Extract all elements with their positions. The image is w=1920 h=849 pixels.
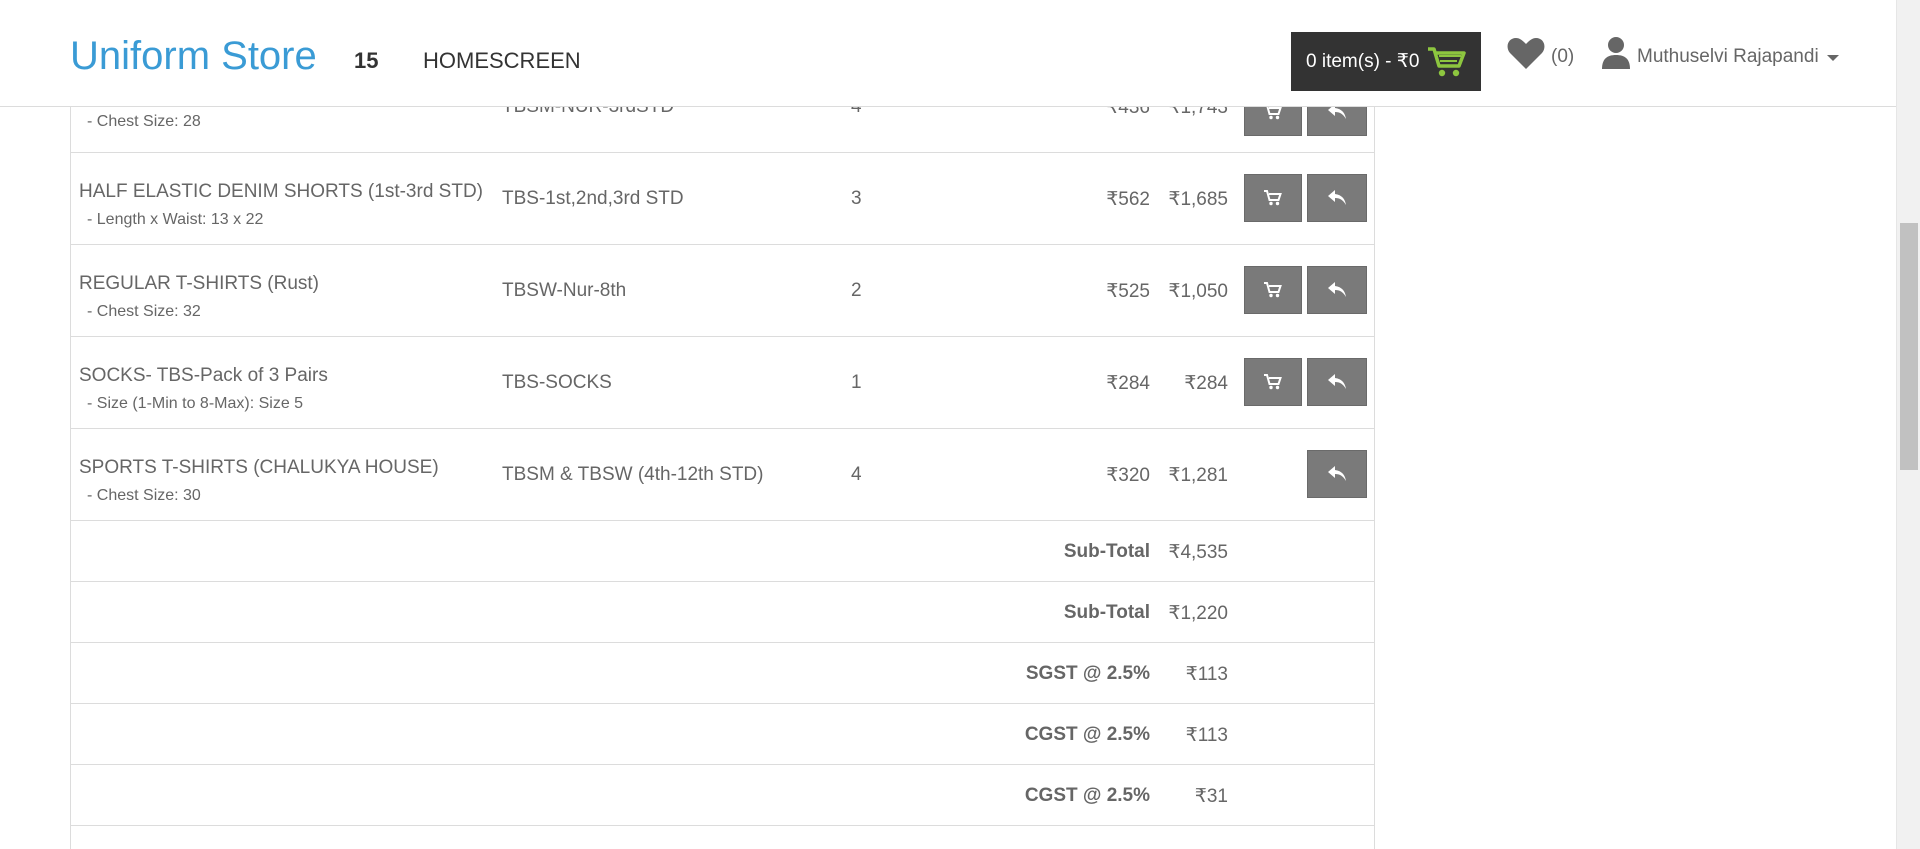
product-model: TBS-1st,2nd,3rd STD — [502, 188, 684, 209]
totals-row: CGST @ 2.5% ₹31 — [71, 765, 1374, 826]
totals-row: Sub-Total ₹4,535 — [71, 521, 1374, 582]
product-option: - Chest Size: 32 — [87, 303, 201, 320]
add-to-cart-button[interactable] — [1244, 174, 1302, 222]
reply-arrow-icon — [1328, 466, 1346, 481]
total-value: ₹4,535 — [1168, 542, 1228, 563]
table-row: HALF ELASTIC DENIM SHORTS (1st-3rd STD) … — [71, 153, 1374, 245]
total-label: SGST @ 2.5% — [1025, 663, 1150, 684]
cart-icon — [1264, 374, 1282, 390]
line-total: ₹1,281 — [1168, 465, 1228, 486]
vertical-scrollbar[interactable] — [1896, 0, 1920, 849]
wishlist-count: (0) — [1551, 46, 1575, 67]
product-option: - Chest Size: 28 — [87, 113, 201, 130]
caret-down-icon — [1826, 55, 1839, 61]
nav-link-homescreen[interactable]: HOMESCREEN — [423, 48, 581, 74]
table-row: SPORTS T-SHIRTS (CHALUKYA HOUSE) - Chest… — [71, 429, 1374, 521]
remove-button[interactable] — [1307, 450, 1367, 498]
total-value: ₹1,220 — [1168, 603, 1228, 624]
product-model: TBSM & TBSW (4th-12th STD) — [502, 464, 764, 485]
heart-icon — [1507, 38, 1545, 69]
shopping-cart-icon — [1428, 46, 1467, 76]
product-name[interactable]: REGULAR T-SHIRTS (Rust) — [79, 273, 319, 295]
product-qty: 2 — [851, 280, 862, 301]
product-name[interactable]: SOCKS- TBS-Pack of 3 Pairs — [79, 365, 328, 387]
product-qty: 4 — [851, 464, 862, 485]
unit-price: ₹562 — [1106, 189, 1150, 210]
store-logo-link[interactable]: Uniform Store — [70, 34, 317, 79]
total-label: CGST @ 2.5% — [1024, 724, 1150, 745]
total-label: CGST @ 2.5% — [1024, 785, 1150, 806]
product-qty: 1 — [851, 372, 862, 393]
product-model: TBS-SOCKS — [502, 372, 612, 393]
reply-arrow-icon — [1328, 374, 1346, 389]
product-model: TBSW-Nur-8th — [502, 280, 627, 301]
remove-button[interactable] — [1307, 358, 1367, 406]
cart-icon — [1264, 282, 1282, 298]
table-row: SOCKS- TBS-Pack of 3 Pairs - Size (1-Min… — [71, 337, 1374, 429]
product-option: - Chest Size: 30 — [87, 487, 201, 504]
user-icon — [1602, 37, 1630, 69]
remove-button[interactable] — [1307, 266, 1367, 314]
account-dropdown[interactable]: Muthuselvi Rajapandi — [1601, 36, 1839, 70]
top-header: Uniform Store 15 HOMESCREEN 0 item(s) - … — [0, 0, 1896, 107]
user-name: Muthuselvi Rajapandi — [1637, 46, 1819, 67]
totals-row: Sub-Total ₹1,220 — [71, 582, 1374, 643]
totals-row: CGST @ 2.5% ₹113 — [71, 704, 1374, 765]
nav-link-number[interactable]: 15 — [354, 48, 378, 74]
reply-arrow-icon — [1328, 190, 1346, 205]
cart-icon — [1264, 190, 1282, 206]
line-total: ₹1,685 — [1168, 189, 1228, 210]
line-total: ₹1,050 — [1168, 281, 1228, 302]
product-option: - Length x Waist: 13 x 22 — [87, 211, 264, 228]
remove-button[interactable] — [1307, 174, 1367, 222]
product-option: - Size (1-Min to 8-Max): Size 5 — [87, 395, 304, 412]
total-value: ₹113 — [1185, 664, 1228, 685]
total-label: Sub-Total — [1063, 602, 1150, 623]
total-value: ₹113 — [1185, 725, 1228, 746]
total-label: Sub-Total — [1063, 541, 1150, 562]
scrollbar-thumb[interactable] — [1900, 223, 1918, 470]
cart-summary: 0 item(s) - ₹0 — [1306, 51, 1420, 72]
line-total: ₹284 — [1184, 373, 1228, 394]
wishlist-link[interactable]: (0) — [1507, 36, 1574, 70]
totals-row: SGST @ 2.5% ₹113 — [71, 643, 1374, 704]
add-to-cart-button[interactable] — [1244, 266, 1302, 314]
unit-price: ₹284 — [1106, 373, 1150, 394]
unit-price: ₹525 — [1106, 281, 1150, 302]
add-to-cart-button[interactable] — [1244, 358, 1302, 406]
product-name[interactable]: HALF ELASTIC DENIM SHORTS (1st-3rd STD) — [79, 181, 483, 203]
total-value: ₹31 — [1194, 786, 1228, 807]
table-row: REGULAR T-SHIRTS (Rust) - Chest Size: 32… — [71, 245, 1374, 337]
product-qty: 3 — [851, 188, 862, 209]
cart-table: - Chest Size: 28 TBSM-NUR-3rdSTD 4 ₹436 … — [70, 0, 1375, 849]
cart-button[interactable]: 0 item(s) - ₹0 — [1291, 32, 1481, 91]
unit-price: ₹320 — [1106, 465, 1150, 486]
reply-arrow-icon — [1328, 282, 1346, 297]
product-name[interactable]: SPORTS T-SHIRTS (CHALUKYA HOUSE) — [79, 457, 439, 479]
